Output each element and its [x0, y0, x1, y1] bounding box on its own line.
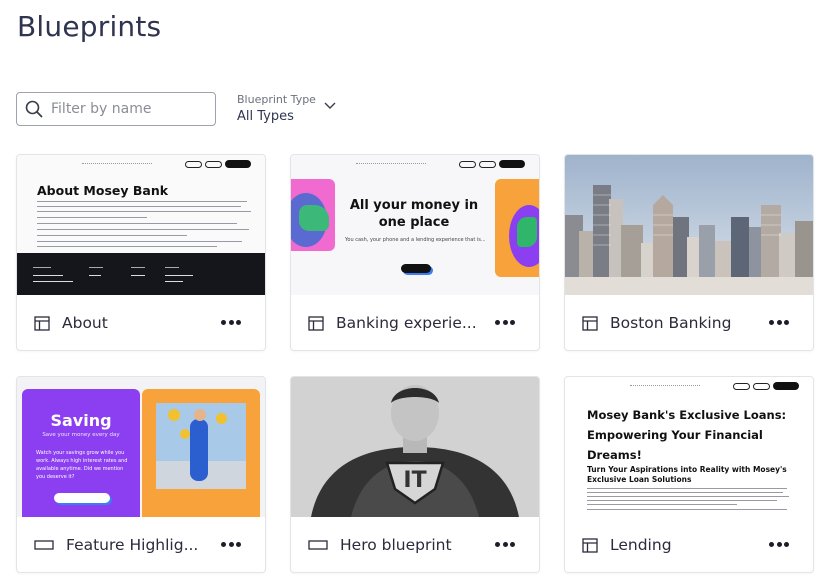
thumb-subtext: Save your money every day	[42, 432, 120, 438]
card-footer: Hero blueprint	[291, 517, 539, 572]
city-skyline-image	[565, 155, 813, 295]
blueprint-card[interactable]: Boston Banking	[564, 154, 814, 351]
filter-search-field[interactable]	[16, 92, 216, 126]
more-options-button[interactable]	[221, 539, 241, 549]
blueprint-thumbnail: IT	[291, 377, 539, 517]
thumb-heading: All your money in one place	[349, 198, 479, 230]
thumb-subtext: Turn Your Aspirations into Reality with …	[587, 465, 787, 484]
card-footer: Boston Banking	[565, 295, 813, 350]
layout-template-icon	[308, 315, 324, 331]
blueprint-thumbnail: About Mosey Bank	[17, 155, 265, 295]
blueprint-card[interactable]: Saving Save your money every day Watch y…	[16, 376, 266, 573]
blueprint-card[interactable]: Mosey Bank's Exclusive Loans: Empowering…	[564, 376, 814, 573]
blueprint-type-value: All Types	[237, 109, 294, 124]
hero-badge-text: IT	[403, 468, 426, 493]
thumb-subtext: You cash, your phone and a lending exper…	[345, 237, 485, 243]
more-options-button[interactable]	[769, 539, 789, 549]
blueprint-card[interactable]: All your money in one place You cash, yo…	[290, 154, 540, 351]
blueprint-type-dropdown[interactable]: Blueprint Type All Types	[237, 93, 347, 127]
blueprint-name: Banking experie...	[336, 314, 477, 332]
blueprint-name: Hero blueprint	[340, 536, 452, 554]
layout-template-icon	[582, 315, 598, 331]
blueprint-name: Boston Banking	[610, 314, 732, 332]
chevron-down-icon	[324, 102, 336, 109]
blueprint-thumbnail: Mosey Bank's Exclusive Loans: Empowering…	[565, 377, 813, 517]
thumb-body: Watch your savings grow while you work. …	[36, 450, 128, 480]
more-options-button[interactable]	[495, 539, 515, 549]
thumb-heading: Mosey Bank's Exclusive Loans: Empowering…	[587, 408, 787, 462]
card-footer: Banking experie...	[291, 295, 539, 350]
layout-template-icon	[582, 537, 598, 553]
card-footer: About	[17, 295, 265, 350]
more-options-button[interactable]	[495, 317, 515, 327]
more-options-button[interactable]	[769, 317, 789, 327]
blueprint-name: Feature Highlig...	[66, 536, 199, 554]
blueprint-name: Lending	[610, 536, 672, 554]
search-icon	[25, 100, 43, 118]
blueprint-thumbnail	[565, 155, 813, 295]
blueprint-name: About	[62, 314, 108, 332]
section-icon	[308, 540, 328, 550]
blueprint-card[interactable]: About Mosey Bank About	[16, 154, 266, 351]
filter-by-name-input[interactable]	[51, 101, 211, 117]
thumb-heading: About Mosey Bank	[37, 183, 169, 198]
layout-template-icon	[34, 315, 50, 331]
more-options-button[interactable]	[221, 317, 241, 327]
card-footer: Lending	[565, 517, 813, 572]
thumb-heading: Saving	[50, 411, 112, 430]
page-title: Blueprints	[17, 10, 162, 43]
blueprint-card[interactable]: IT Hero blueprint	[290, 376, 540, 573]
section-icon	[34, 540, 54, 550]
blueprint-thumbnail: Saving Save your money every day Watch y…	[17, 377, 265, 517]
card-footer: Feature Highlig...	[17, 517, 265, 572]
blueprint-thumbnail: All your money in one place You cash, yo…	[291, 155, 539, 295]
superhero-image: IT	[291, 377, 539, 517]
